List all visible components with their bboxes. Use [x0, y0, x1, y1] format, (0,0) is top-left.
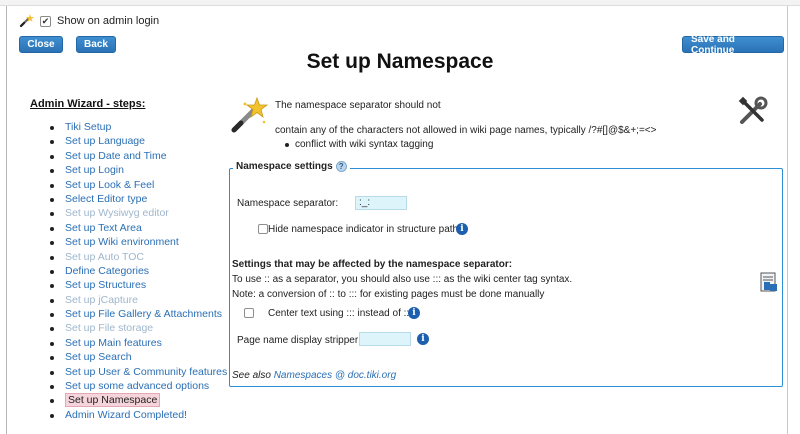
wizard-step-link[interactable]: Set up File storage	[65, 322, 153, 334]
intro-rule-syntax: conflict with wiki syntax tagging	[285, 139, 433, 150]
wizard-step-item: Set up File storage	[48, 321, 227, 335]
wizard-steps-list: Tiki Setup Set up Language Set up Date a…	[48, 120, 227, 422]
show-on-admin-login-checkbox[interactable]: ✔	[40, 15, 51, 27]
info-icon[interactable]: i	[408, 307, 420, 319]
wizard-step-item: Define Categories	[48, 264, 227, 278]
wizard-step-item: Set up File Gallery & Attachments	[48, 307, 227, 321]
help-icon[interactable]: ?	[335, 161, 347, 172]
wizard-step-item: Set up Wiki environment	[48, 235, 227, 249]
info-icon[interactable]: i	[456, 223, 468, 235]
wizard-step-link[interactable]: Set up Look & Feel	[65, 179, 154, 191]
wizard-step-item: Set up Search	[48, 350, 227, 364]
wizard-step-link[interactable]: Set up Search	[65, 351, 132, 363]
wizard-step-link[interactable]: Select Editor type	[65, 193, 147, 205]
wizard-step-item: Tiki Setup	[48, 120, 227, 134]
namespace-separator-label: Namespace separator:	[237, 198, 339, 209]
wizard-step-link[interactable]: Set up Namespace	[65, 393, 161, 408]
intro-rule-characters: contain any of the characters not allowe…	[275, 125, 657, 136]
wizard-step-item: Set up Date and Time	[48, 149, 227, 163]
wizard-step-item: Select Editor type	[48, 192, 227, 206]
page-name-stripper-label: Page name display stripper:	[237, 335, 361, 346]
wizard-step-item: Set up Structures	[48, 278, 227, 292]
center-text-label: Center text using ::: instead of ::	[268, 308, 410, 319]
intro-text: The namespace separator should not	[275, 100, 441, 111]
wizard-step-item: Set up Wysiwyg editor	[48, 206, 227, 220]
wizard-step-item: Set up Auto TOC	[48, 250, 227, 264]
wizard-step-item: Set up Namespace	[48, 393, 227, 408]
show-on-admin-login-label: Show on admin login	[57, 15, 160, 27]
hide-namespace-indicator-checkbox[interactable]	[258, 224, 268, 234]
wizard-step-item: Set up Login	[48, 163, 227, 177]
wizard-step-item: Set up Main features	[48, 336, 227, 350]
wizard-step-link[interactable]: Set up File Gallery & Attachments	[65, 308, 222, 320]
wizard-step-link[interactable]: Set up Auto TOC	[65, 251, 144, 263]
wizard-step-link[interactable]: Set up some advanced options	[65, 380, 209, 392]
wizard-step-item: Set up Text Area	[48, 221, 227, 235]
wizard-step-link[interactable]: Set up Language	[65, 135, 145, 147]
magic-wand-icon	[19, 14, 34, 28]
wizard-step-item: Set up Language	[48, 134, 227, 148]
wizard-step-link[interactable]: Admin Wizard Completed!	[65, 409, 187, 421]
wizard-step-link[interactable]: Set up Wysiwyg editor	[65, 207, 169, 219]
wizard-step-link[interactable]: Set up Wiki environment	[65, 236, 179, 248]
wizard-step-link[interactable]: Set up jCapture	[65, 294, 138, 306]
wizard-step-item: Set up User & Community features	[48, 365, 227, 379]
wizard-step-link[interactable]: Set up Date and Time	[65, 150, 167, 162]
magic-wand-icon	[231, 96, 268, 133]
center-text-checkbox[interactable]	[244, 308, 254, 318]
wizard-step-link[interactable]: Set up Login	[65, 164, 124, 176]
namespace-settings-legend-text: Namespace settings	[236, 161, 333, 172]
wizard-step-item: Set up Look & Feel	[48, 178, 227, 192]
namespace-separator-input[interactable]: :_:	[355, 196, 407, 210]
namespace-settings-legend: Namespace settings ?	[233, 161, 350, 172]
window-top-edge	[0, 0, 800, 6]
documentation-notepad-icon	[760, 272, 777, 292]
affected-settings-note-2: Note: a conversion of :: to ::: for exis…	[232, 289, 545, 300]
admin-login-toggle-bar: ✔ Show on admin login	[18, 13, 159, 29]
wizard-step-link[interactable]: Tiki Setup	[65, 121, 111, 133]
page-title: Set up Namespace	[306, 50, 494, 73]
wizard-step-link[interactable]: Set up Main features	[65, 337, 162, 349]
wizard-step-item: Set up jCapture	[48, 293, 227, 307]
see-also-text: See also Namespaces @ doc.tiki.org	[232, 370, 396, 381]
wizard-step-link[interactable]: Set up Text Area	[65, 222, 142, 234]
wizard-steps-heading: Admin Wizard - steps:	[30, 98, 146, 110]
affected-settings-heading: Settings that may be affected by the nam…	[232, 259, 513, 270]
wizard-step-item: Admin Wizard Completed!	[48, 408, 227, 422]
affected-settings-note-1: To use :: as a separator, you should als…	[232, 274, 573, 285]
wizard-step-link[interactable]: Set up User & Community features	[65, 366, 227, 378]
bullet-icon	[285, 142, 289, 147]
intro-rule-syntax-text: conflict with wiki syntax tagging	[295, 139, 434, 150]
wizard-step-link[interactable]: Define Categories	[65, 265, 149, 277]
see-also-prefix: See also	[232, 370, 274, 381]
page-name-stripper-input[interactable]	[359, 332, 411, 346]
info-icon[interactable]: i	[417, 333, 429, 345]
namespaces-doc-link[interactable]: Namespaces @ doc.tiki.org	[274, 370, 396, 381]
wizard-step-item: Set up some advanced options	[48, 379, 227, 393]
tools-icon	[738, 96, 768, 124]
wizard-step-link[interactable]: Set up Structures	[65, 279, 146, 291]
hide-namespace-indicator-label: Hide namespace indicator in structure pa…	[268, 224, 459, 235]
